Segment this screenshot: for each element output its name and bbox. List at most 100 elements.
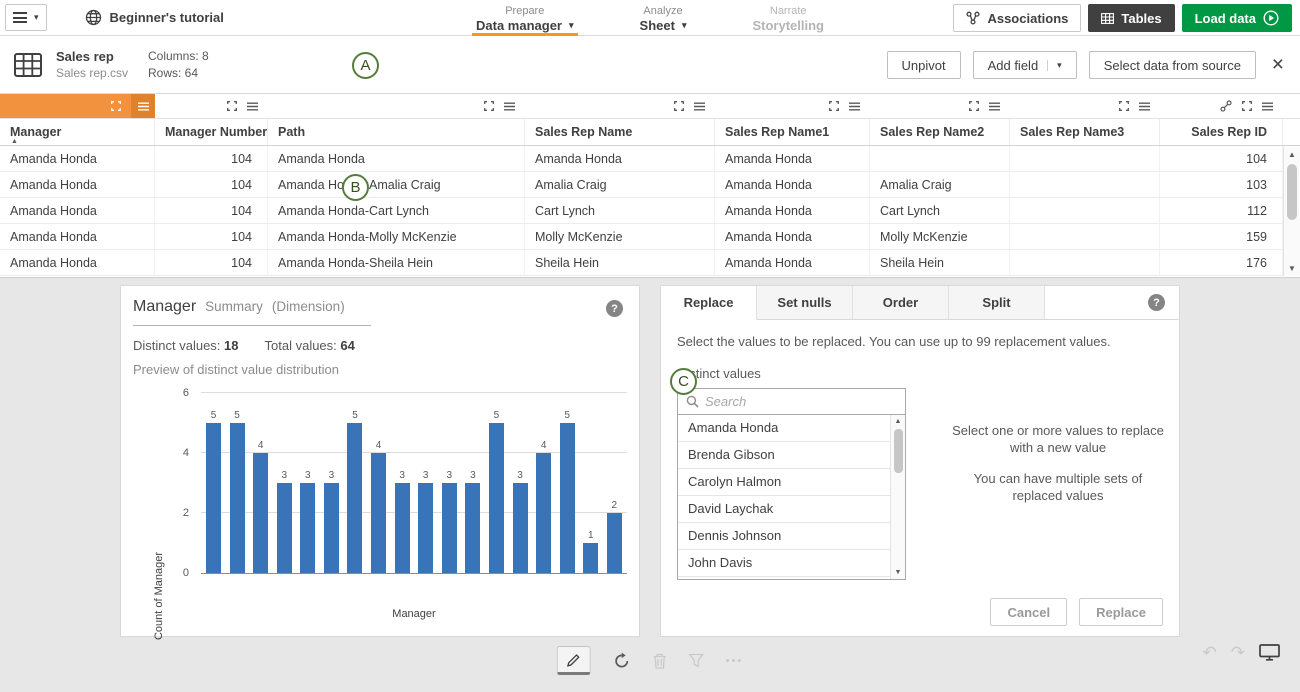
scrollbar-thumb[interactable] <box>1287 164 1297 220</box>
add-field-button[interactable]: Add field ▾ <box>973 51 1077 79</box>
column-menu-icon[interactable] <box>247 102 258 111</box>
expand-icon[interactable] <box>1242 101 1252 111</box>
list-item[interactable]: Carolyn Halmon <box>678 469 891 496</box>
table-cell[interactable] <box>1010 172 1160 198</box>
expand-icon[interactable] <box>1119 101 1129 111</box>
column-menu-icon[interactable] <box>131 94 155 118</box>
scroll-up-icon[interactable]: ▲ <box>1284 150 1300 159</box>
table-cell[interactable]: Amanda Honda <box>715 198 870 224</box>
table-cell[interactable]: Amanda Honda-Sheila Hein <box>268 250 525 276</box>
column-header-manager-number[interactable]: Manager Number <box>155 119 268 145</box>
column-menu-icon[interactable] <box>1262 102 1273 111</box>
table-cell[interactable]: Cart Lynch <box>870 198 1010 224</box>
column-header-manager[interactable]: Manager▲ <box>0 119 155 145</box>
scroll-down-icon[interactable]: ▼ <box>891 569 905 576</box>
edit-pencil-button[interactable] <box>557 646 591 675</box>
table-cell[interactable] <box>1010 224 1160 250</box>
table-cell[interactable] <box>1010 198 1160 224</box>
table-cell[interactable] <box>870 146 1010 172</box>
search-input[interactable] <box>705 390 905 413</box>
table-cell[interactable]: Amalia Craig <box>870 172 1010 198</box>
scrollbar-thumb[interactable] <box>894 429 903 473</box>
list-scrollbar[interactable]: ▲ ▼ <box>890 415 905 579</box>
associations-button[interactable]: Associations <box>953 4 1081 32</box>
tables-button[interactable]: Tables <box>1088 4 1174 32</box>
select-data-from-source-button[interactable]: Select data from source <box>1089 51 1256 79</box>
table-cell[interactable]: Amanda Honda <box>525 146 715 172</box>
expand-icon[interactable] <box>674 101 684 111</box>
table-cell[interactable]: Amanda Honda <box>715 146 870 172</box>
expand-icon[interactable] <box>969 101 979 111</box>
tab-split[interactable]: Split <box>949 286 1045 320</box>
column-header-sales-rep-name[interactable]: Sales Rep Name <box>525 119 715 145</box>
scroll-down-icon[interactable]: ▼ <box>1284 264 1300 273</box>
monitor-icon[interactable] <box>1259 644 1280 661</box>
unpivot-button[interactable]: Unpivot <box>887 51 961 79</box>
table-cell[interactable]: Molly McKenzie <box>525 224 715 250</box>
tab-set-nulls[interactable]: Set nulls <box>757 286 853 320</box>
scroll-up-icon[interactable]: ▲ <box>891 418 905 425</box>
column-menu-icon[interactable] <box>989 102 1000 111</box>
table-cell[interactable]: 104 <box>155 146 268 172</box>
cancel-button[interactable]: Cancel <box>990 598 1067 626</box>
table-cell[interactable]: 104 <box>155 250 268 276</box>
table-cell[interactable]: 104 <box>1160 146 1283 172</box>
load-data-button[interactable]: Load data <box>1182 4 1292 32</box>
expand-icon[interactable] <box>111 101 121 111</box>
column-menu-icon[interactable] <box>849 102 860 111</box>
help-icon[interactable]: ? <box>606 300 623 317</box>
expand-icon[interactable] <box>484 101 494 111</box>
expand-icon[interactable] <box>829 101 839 111</box>
table-cell[interactable]: Amanda Honda-Amalia Craig <box>268 172 525 198</box>
expand-icon[interactable] <box>227 101 237 111</box>
list-item[interactable]: John Davis <box>678 550 891 577</box>
table-cell[interactable]: Amanda Honda <box>0 198 155 224</box>
table-cell[interactable]: Amalia Craig <box>525 172 715 198</box>
list-item[interactable]: Brenda Gibson <box>678 442 891 469</box>
column-header-sales-rep-name1[interactable]: Sales Rep Name1 <box>715 119 870 145</box>
list-item[interactable]: David Laychak <box>678 496 891 523</box>
help-icon[interactable]: ? <box>1148 294 1165 311</box>
column-header-sales-rep-id[interactable]: Sales Rep ID <box>1160 119 1283 145</box>
table-cell[interactable]: Molly McKenzie <box>870 224 1010 250</box>
reload-icon[interactable] <box>613 652 631 670</box>
nav-sheet[interactable]: AnalyzeSheet▾ <box>636 0 691 36</box>
table-cell[interactable]: Sheila Hein <box>870 250 1010 276</box>
column-header-sales-rep-name3[interactable]: Sales Rep Name3 <box>1010 119 1160 145</box>
tab-replace[interactable]: Replace <box>661 286 757 320</box>
tab-order[interactable]: Order <box>853 286 949 320</box>
table-cell[interactable]: Amanda Honda-Molly McKenzie <box>268 224 525 250</box>
column-menu-icon[interactable] <box>504 102 515 111</box>
table-name[interactable]: Sales rep <box>56 48 128 65</box>
global-menu-button[interactable]: ▾ <box>5 4 47 31</box>
table-cell[interactable]: Amanda Honda <box>268 146 525 172</box>
nav-data-manager[interactable]: PrepareData manager▾ <box>472 0 578 36</box>
table-cell[interactable]: Amanda Honda <box>715 250 870 276</box>
table-vertical-scrollbar[interactable]: ▲ ▼ <box>1283 147 1300 276</box>
list-item[interactable]: Dennis Johnson <box>678 523 891 550</box>
chevron-down-icon[interactable]: ▾ <box>1047 60 1062 71</box>
table-cell[interactable]: Sheila Hein <box>525 250 715 276</box>
table-cell[interactable]: 112 <box>1160 198 1283 224</box>
table-cell[interactable]: 159 <box>1160 224 1283 250</box>
replace-button[interactable]: Replace <box>1079 598 1163 626</box>
table-cell[interactable] <box>1010 146 1160 172</box>
table-cell[interactable]: 176 <box>1160 250 1283 276</box>
column-menu-icon[interactable] <box>1139 102 1150 111</box>
table-cell[interactable]: Amanda Honda <box>715 224 870 250</box>
table-cell[interactable]: 104 <box>155 172 268 198</box>
column-header-sales-rep-name2[interactable]: Sales Rep Name2 <box>870 119 1010 145</box>
table-cell[interactable]: Amanda Honda <box>0 146 155 172</box>
table-cell[interactable]: Amanda Honda <box>0 224 155 250</box>
table-cell[interactable]: Cart Lynch <box>525 198 715 224</box>
close-icon[interactable]: × <box>1272 56 1284 74</box>
table-cell[interactable]: Amanda Honda <box>0 172 155 198</box>
column-menu-icon[interactable] <box>694 102 705 111</box>
column-header-path[interactable]: Path <box>268 119 525 145</box>
table-cell[interactable]: Amanda Honda <box>0 250 155 276</box>
table-cell[interactable]: 104 <box>155 224 268 250</box>
table-cell[interactable]: 104 <box>155 198 268 224</box>
table-cell[interactable]: 103 <box>1160 172 1283 198</box>
table-cell[interactable] <box>1010 250 1160 276</box>
app-title[interactable]: Beginner's tutorial <box>110 10 224 25</box>
